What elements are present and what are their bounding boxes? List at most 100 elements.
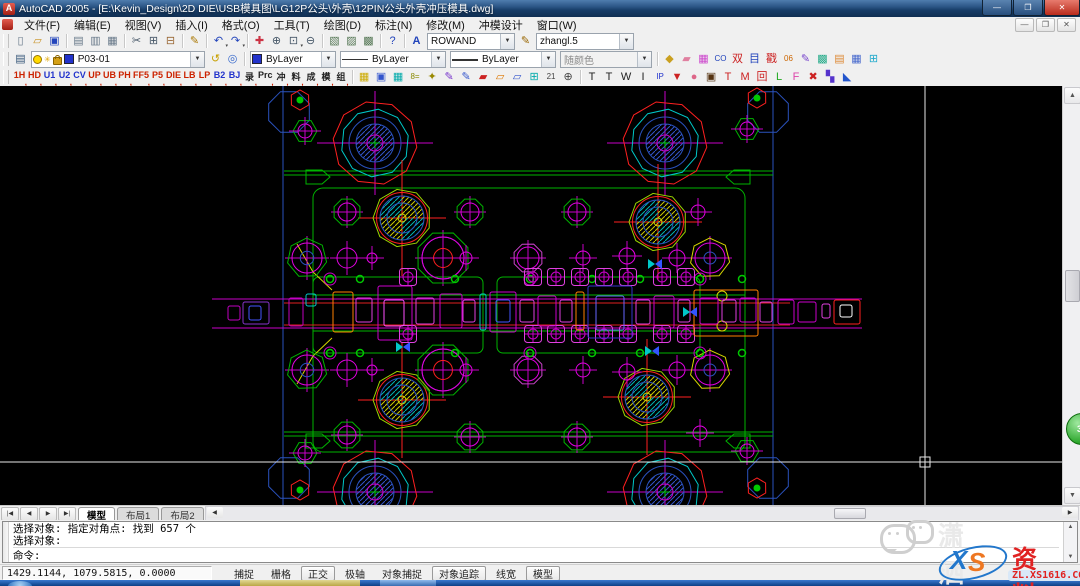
scroll-down-icon[interactable]: ▼ (1064, 487, 1080, 504)
open-icon[interactable]: ▱ (29, 33, 46, 49)
plot-preview-icon[interactable]: ▥ (87, 33, 104, 49)
color-control-combo[interactable]: ByLayer ▼ (250, 51, 336, 68)
die-command-CV[interactable]: CV, (72, 70, 87, 85)
die-command-料[interactable]: 料, (289, 70, 304, 85)
chevron-down-icon[interactable]: ▼ (619, 34, 633, 49)
frame-icon[interactable]: 回 (754, 69, 771, 85)
chevron-down-icon[interactable]: ▼ (500, 34, 514, 49)
eraser-icon[interactable]: ▰ (678, 51, 695, 67)
toolbar-grip[interactable] (3, 34, 9, 48)
menu-item-3[interactable]: 插入(I) (168, 17, 214, 32)
menu-item-7[interactable]: 标注(N) (368, 17, 419, 32)
layer-on-icon[interactable] (33, 55, 42, 64)
layer-previous-icon[interactable]: ↺ (207, 51, 224, 67)
redo-icon[interactable]: ↷▾ (227, 33, 244, 49)
die-command-Prc[interactable]: Prc, (257, 70, 274, 85)
designcenter-icon[interactable]: ▨ (343, 33, 360, 49)
command-prompt[interactable]: 命令: (13, 550, 1059, 562)
lineweight-control-combo[interactable]: ByLayer ▼ (450, 51, 556, 68)
coordinate-readout[interactable]: 1429.1144, 1079.5815, 0.0000 (2, 566, 212, 580)
status-toggle-极轴[interactable]: 极轴 (338, 566, 372, 581)
die-command-HD[interactable]: HD, (27, 70, 42, 85)
status-toggle-捕捉[interactable]: 捕捉 (227, 566, 261, 581)
toolbar-grip[interactable] (3, 70, 9, 84)
windows-taskbar[interactable] (0, 580, 1080, 586)
status-toggle-线宽[interactable]: 线宽 (489, 566, 523, 581)
status-toggle-正交[interactable]: 正交 (301, 566, 335, 581)
sketch-icon[interactable]: ✎ (797, 51, 814, 67)
die-command-组[interactable]: 组, (334, 70, 349, 85)
die-command-LB[interactable]: LB, (182, 70, 197, 85)
punch-t1-icon[interactable]: T (584, 69, 601, 85)
chevron-down-icon[interactable]: ▼ (321, 52, 335, 67)
mdi-restore-button[interactable]: ❐ (1036, 18, 1055, 32)
die-command-B2[interactable]: B2, (212, 70, 227, 85)
layout-tab-布局2[interactable]: 布局2 (161, 507, 203, 521)
die-command-P5[interactable]: P5, (150, 70, 165, 85)
shuang-command-icon[interactable]: 双 (729, 51, 746, 67)
swatches-icon[interactable]: ▤ (831, 51, 848, 67)
publish-icon[interactable]: ▦ (104, 33, 121, 49)
die-command-1H[interactable]: 1H, (12, 70, 27, 85)
scroll-up-icon[interactable]: ▲ (1064, 87, 1080, 104)
menu-item-10[interactable]: 窗口(W) (530, 17, 584, 32)
folder-orange-icon[interactable]: ▱ (492, 69, 509, 85)
layer-combo[interactable]: ✳ P03-01 ▼ (31, 51, 205, 68)
menu-item-6[interactable]: 绘图(D) (317, 17, 368, 32)
die-command-DIE[interactable]: DIE, (165, 70, 182, 85)
tab-nav-2[interactable]: ▶ (39, 507, 57, 521)
die-command-BJ[interactable]: BJ, (227, 70, 242, 85)
command-scrollbar[interactable]: ▲ ▼ (1063, 522, 1077, 562)
die-command-UB[interactable]: UB, (102, 70, 117, 85)
layer-freeze-icon[interactable]: ✳ (44, 55, 51, 64)
circle-plus-icon[interactable]: ⊕ (560, 69, 577, 85)
o6-command-icon[interactable]: 06 (780, 51, 797, 67)
status-toggle-栅格[interactable]: 栅格 (264, 566, 298, 581)
die-command-U1[interactable]: U1, (42, 70, 57, 85)
die-command-录[interactable]: 录, (242, 70, 257, 85)
scroll-left-icon[interactable]: ◀ (207, 507, 223, 518)
marker-tool-icon[interactable]: ✎ (441, 69, 458, 85)
taskbar-folder-item[interactable] (240, 580, 360, 586)
spring-icon[interactable]: M (737, 69, 754, 85)
key-tool-icon[interactable]: ✦ (424, 69, 441, 85)
die-command-模[interactable]: 模, (319, 70, 334, 85)
tool-bag-icon[interactable]: ◆ (661, 51, 678, 67)
save-icon[interactable]: ▣ (46, 33, 63, 49)
zoom-realtime-icon[interactable]: ⊕ (268, 33, 285, 49)
hatch-tool-icon[interactable]: ▦ (356, 69, 373, 85)
punch-t-red-icon[interactable]: T (720, 69, 737, 85)
badge-21-icon[interactable]: 21 (543, 69, 560, 85)
die-command-PH[interactable]: PH, (117, 70, 132, 85)
die-command-成[interactable]: 成, (304, 70, 319, 85)
clay-icon[interactable]: ● (686, 69, 703, 85)
die-command-冲[interactable]: 冲, (274, 70, 289, 85)
arrow-tool-icon[interactable]: ◣ (839, 69, 856, 85)
die-command-U2[interactable]: U2, (57, 70, 72, 85)
linetype-control-combo[interactable]: ByLayer ▼ (340, 51, 446, 68)
scroll-down-icon[interactable]: ▼ (1068, 552, 1074, 562)
punch-ip-icon[interactable]: IP (652, 69, 669, 85)
menu-item-2[interactable]: 视图(V) (118, 17, 169, 32)
plot-icon[interactable]: ▤ (70, 33, 87, 49)
text-style-combo[interactable]: ROWAND ▼ (427, 33, 515, 50)
layer-lock-icon[interactable] (53, 57, 62, 65)
cut-icon[interactable]: ✂ (128, 33, 145, 49)
step-punch-icon[interactable]: I (635, 69, 652, 85)
tab-nav-1[interactable]: ◀ (20, 507, 38, 521)
tab-nav-0[interactable]: |◀ (1, 507, 19, 521)
tab-nav-3[interactable]: ▶| (58, 507, 76, 521)
drawing-canvas[interactable] (0, 86, 1062, 505)
die-block-icon[interactable]: ▣ (703, 69, 720, 85)
pencil-tool-icon[interactable]: ✎ (458, 69, 475, 85)
copy-cyan-icon[interactable]: ⊞ (526, 69, 543, 85)
mdi-close-button[interactable]: ✕ (1057, 18, 1076, 32)
maximize-button[interactable]: ❐ (1013, 0, 1043, 16)
grid-tool-icon[interactable]: ▦ (390, 69, 407, 85)
new-icon[interactable]: ▯ (12, 33, 29, 49)
window-tool-icon[interactable]: ▣ (373, 69, 390, 85)
mold-icon[interactable]: ▼ (669, 69, 686, 85)
undo-icon[interactable]: ↶▾ (210, 33, 227, 49)
dim-style-combo[interactable]: zhangl.5 ▼ (536, 33, 634, 50)
paste-icon[interactable]: ⊟ (162, 33, 179, 49)
